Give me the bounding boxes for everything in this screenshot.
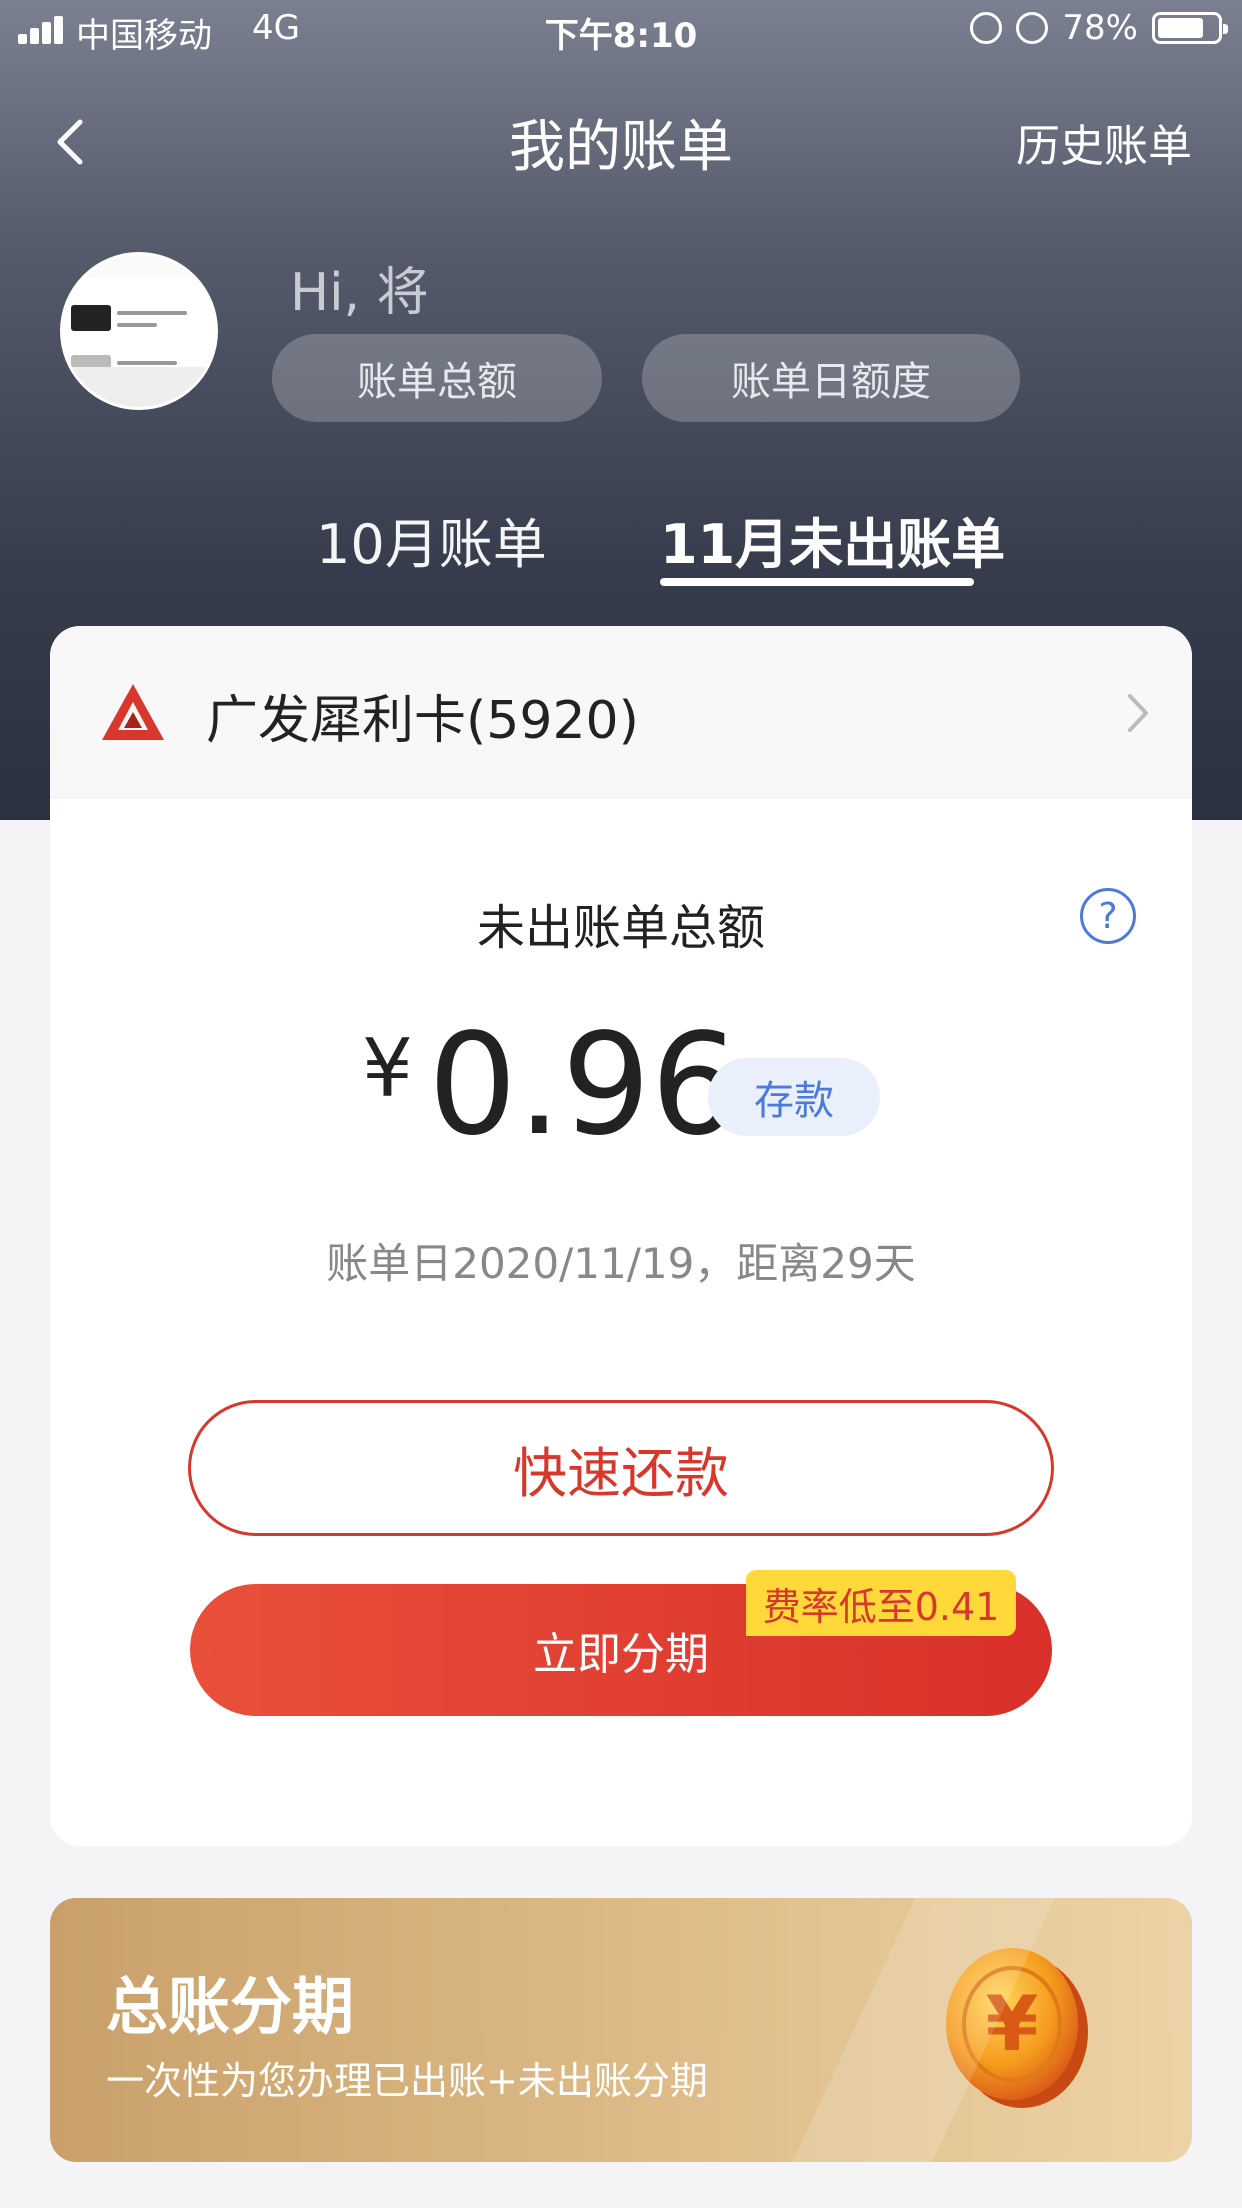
rotation-lock-icon	[970, 12, 1003, 44]
card-selector[interactable]: 广发犀利卡(5920)	[50, 626, 1192, 798]
history-bills-link[interactable]: 历史账单	[1016, 110, 1192, 174]
bill-total-button[interactable]: 账单总额	[272, 334, 602, 422]
chevron-right-icon	[1128, 694, 1148, 732]
svg-text:¥: ¥	[986, 1979, 1039, 2068]
bill-card: 广发犀利卡(5920) 未出账单总额 ? ¥ 0.96 存款 账单日2020/1…	[50, 626, 1192, 1846]
quick-repay-button[interactable]: 快速还款	[188, 1400, 1054, 1536]
battery-percent: 78%	[1062, 8, 1138, 48]
status-bar: 中国移动 4G 下午8:10 78%	[0, 0, 1242, 60]
cgb-logo-icon	[102, 684, 164, 740]
avatar-card-image	[71, 305, 111, 331]
rate-tag: 费率低至0.41	[728, 1570, 1016, 1636]
bill-day-limit-button[interactable]: 账单日额度	[642, 334, 1020, 422]
promo-title: 总账分期	[106, 1970, 355, 2043]
question-circle-icon[interactable]: ?	[1080, 888, 1136, 944]
avatar[interactable]	[60, 252, 218, 410]
battery-icon	[1152, 12, 1228, 44]
yuan-coin-icon: ¥	[938, 1940, 1094, 2112]
user-greeting: Hi, 将	[290, 263, 429, 323]
alarm-icon	[1016, 12, 1049, 44]
currency-symbol: ¥	[362, 1022, 413, 1115]
tab-november-unbilled[interactable]: 11月未出账单	[660, 500, 1005, 579]
total-installment-banner[interactable]: 总账分期 一次性为您办理已出账+未出账分期 ¥	[50, 1898, 1192, 2162]
amount-label: 未出账单总额	[476, 900, 765, 956]
avatar-thumbnail-header	[63, 255, 215, 277]
deposit-badge: 存款	[708, 1058, 880, 1136]
bill-date-text: 账单日2020/11/19，距离29天	[326, 1239, 916, 1288]
bank-card-name: 广发犀利卡(5920)	[206, 691, 639, 751]
tab-october-bill[interactable]: 10月账单	[316, 500, 547, 579]
status-right-group: 78%	[970, 8, 1228, 48]
promo-subtitle: 一次性为您办理已出账+未出账分期	[106, 2059, 708, 2103]
active-tab-indicator	[660, 578, 974, 586]
bill-amount: 0.96	[428, 1004, 740, 1167]
